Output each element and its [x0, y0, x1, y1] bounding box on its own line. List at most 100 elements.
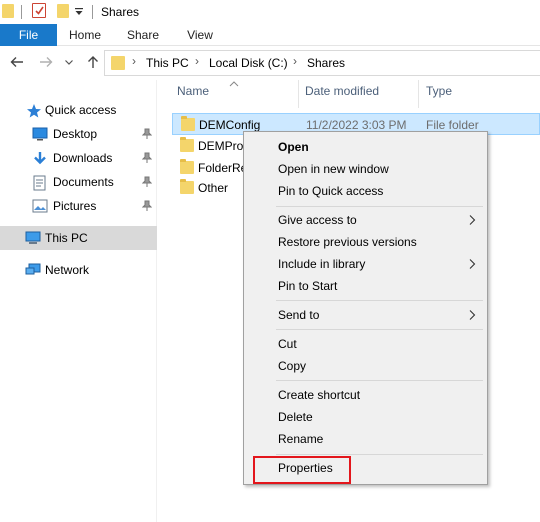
sidebar-item-label: Documents	[53, 175, 114, 189]
breadcrumb-separator-icon[interactable]: ›	[132, 54, 136, 68]
pin-icon[interactable]	[141, 176, 153, 188]
column-divider[interactable]	[418, 80, 419, 108]
file-name: FolderRe	[198, 161, 248, 175]
documents-icon	[33, 175, 49, 191]
column-header-name[interactable]: Name	[177, 84, 209, 98]
folder-icon	[180, 159, 194, 174]
menu-item-pin-quick-access[interactable]: Pin to Quick access	[246, 180, 485, 202]
sidebar-item-this-pc[interactable]: This PC	[0, 226, 157, 250]
menu-separator	[276, 300, 483, 301]
folder-icon	[2, 4, 14, 18]
menu-item-copy[interactable]: Copy	[246, 355, 485, 377]
new-folder-icon[interactable]	[57, 4, 69, 18]
submenu-chevron-icon	[469, 215, 476, 225]
file-name: Other	[198, 181, 229, 195]
computer-icon	[25, 231, 41, 245]
folder-icon	[111, 56, 125, 70]
download-icon	[32, 151, 48, 165]
menu-item-delete[interactable]: Delete	[246, 406, 485, 428]
menu-item-rename[interactable]: Rename	[246, 428, 485, 450]
star-icon	[26, 103, 42, 118]
desktop-icon	[32, 127, 48, 141]
menu-item-label: Pin to Quick access	[278, 184, 384, 198]
menu-item-open-new-window[interactable]: Open in new window	[246, 158, 485, 180]
sidebar-item-pictures[interactable]: Pictures	[0, 194, 157, 218]
sidebar-item-label: Downloads	[53, 151, 113, 165]
sidebar-item-label: Network	[45, 263, 90, 277]
menu-separator	[276, 454, 483, 455]
menu-item-include-library[interactable]: Include in library	[246, 253, 485, 275]
menu-item-label: Create shortcut	[278, 388, 361, 402]
network-icon	[25, 263, 41, 277]
folder-icon	[180, 179, 194, 194]
ribbon-tabs: File Home Share View	[0, 24, 540, 46]
column-header-type[interactable]: Type	[426, 84, 452, 98]
folder-icon	[180, 137, 194, 152]
sort-caret-icon	[229, 81, 239, 87]
sidebar-item-label: Quick access	[45, 103, 117, 117]
menu-item-cut[interactable]: Cut	[246, 333, 485, 355]
breadcrumb-separator-icon[interactable]: ›	[293, 54, 297, 68]
sidebar-item-quick-access[interactable]: Quick access	[0, 98, 157, 122]
sidebar-item-downloads[interactable]: Downloads	[0, 146, 157, 170]
sidebar-item-documents[interactable]: Documents	[0, 170, 157, 194]
sidebar-item-label: Pictures	[53, 199, 97, 213]
tab-file[interactable]: File	[0, 24, 57, 46]
menu-separator	[276, 206, 483, 207]
sidebar-item-label: Desktop	[53, 127, 98, 141]
menu-item-label: Give access to	[278, 213, 357, 227]
sidebar-item-label: This PC	[45, 231, 88, 245]
sidebar-item-desktop[interactable]: Desktop	[0, 122, 157, 146]
divider	[92, 5, 93, 19]
pin-icon[interactable]	[141, 152, 153, 164]
file-date: 11/2/2022 3:03 PM	[306, 118, 407, 132]
submenu-chevron-icon	[469, 310, 476, 320]
menu-item-label: Rename	[278, 432, 324, 446]
file-type: File folder	[426, 118, 479, 132]
menu-item-send-to[interactable]: Send to	[246, 304, 485, 326]
recent-locations-chevron-icon[interactable]	[64, 54, 74, 70]
column-divider[interactable]	[298, 80, 299, 108]
menu-item-label: Copy	[278, 359, 307, 373]
menu-item-label: Restore previous versions	[278, 235, 417, 249]
tab-home[interactable]: Home	[57, 24, 113, 46]
menu-separator	[276, 380, 483, 381]
back-arrow-icon[interactable]	[9, 54, 25, 70]
breadcrumb-local-disk[interactable]: Local Disk (C:)	[209, 56, 288, 70]
menu-item-label: Send to	[278, 308, 320, 322]
pictures-icon	[32, 199, 48, 213]
tab-view[interactable]: View	[173, 24, 227, 46]
menu-item-restore-versions[interactable]: Restore previous versions	[246, 231, 485, 253]
submenu-chevron-icon	[469, 259, 476, 269]
properties-check-icon[interactable]	[32, 3, 46, 18]
folder-icon	[181, 116, 195, 131]
pin-icon[interactable]	[141, 128, 153, 140]
file-name: DEMConfig	[199, 118, 261, 132]
context-menu: Open Open in new window Pin to Quick acc…	[243, 131, 488, 485]
breadcrumb-this-pc[interactable]: This PC	[146, 56, 189, 70]
column-header-date[interactable]: Date modified	[305, 84, 379, 98]
breadcrumb-shares[interactable]: Shares	[307, 56, 345, 70]
sidebar-item-network[interactable]: Network	[0, 258, 157, 282]
menu-item-label: Delete	[278, 410, 313, 424]
navigation-pane: Quick access Desktop Downloads Documents	[0, 80, 157, 522]
menu-item-open[interactable]: Open	[246, 136, 485, 158]
forward-arrow-icon[interactable]	[38, 54, 54, 70]
file-name: DEMProf	[198, 139, 247, 153]
customize-toolbar-icon[interactable]	[74, 6, 84, 18]
window-title: Shares	[101, 5, 140, 19]
breadcrumb-separator-icon[interactable]: ›	[195, 54, 199, 68]
menu-item-create-shortcut[interactable]: Create shortcut	[246, 384, 485, 406]
menu-item-give-access[interactable]: Give access to	[246, 209, 485, 231]
divider	[21, 5, 22, 19]
pin-icon[interactable]	[141, 200, 153, 212]
properties-highlight-box	[253, 456, 351, 484]
tab-share[interactable]: Share	[113, 24, 173, 46]
menu-item-label: Open	[278, 140, 309, 154]
menu-item-label: Open in new window	[278, 162, 389, 176]
address-bar[interactable]: › This PC › Local Disk (C:) › Shares	[104, 50, 540, 76]
up-arrow-icon[interactable]	[85, 54, 101, 70]
menu-item-pin-start[interactable]: Pin to Start	[246, 275, 485, 297]
menu-item-label: Pin to Start	[278, 279, 338, 293]
menu-separator	[276, 329, 483, 330]
